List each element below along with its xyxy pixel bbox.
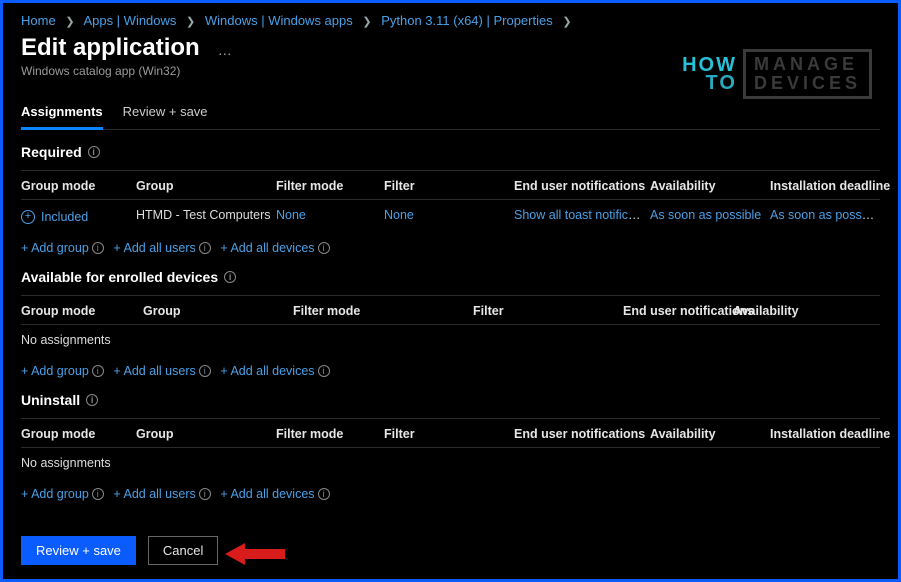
cell-group: HTMD - Test Computers <box>136 200 276 232</box>
info-icon[interactable] <box>88 146 100 158</box>
section-uninstall: Uninstall Group mode Group Filter mode F… <box>21 392 880 501</box>
section-title: Required <box>21 144 82 160</box>
add-all-devices-link[interactable]: + Add all devices <box>220 241 314 255</box>
col-deadline: Installation deadline <box>770 418 880 447</box>
info-icon[interactable] <box>199 488 211 500</box>
required-table: Group mode Group Filter mode Filter End … <box>21 170 880 232</box>
col-group-mode: Group mode <box>21 418 136 447</box>
add-row: + Add group + Add all users + Add all de… <box>21 240 880 255</box>
col-availability: Availability <box>650 171 770 200</box>
add-group-link[interactable]: + Add group <box>21 487 89 501</box>
info-icon[interactable] <box>92 242 104 254</box>
chevron-right-icon: ❯ <box>562 16 571 28</box>
add-all-devices-link[interactable]: + Add all devices <box>220 487 314 501</box>
col-notifications: End user notifications <box>514 418 650 447</box>
table-row: No assignments <box>21 447 880 478</box>
col-availability: Availability <box>733 295 880 324</box>
add-row: + Add group + Add all users + Add all de… <box>21 363 880 378</box>
info-icon[interactable] <box>199 365 211 377</box>
breadcrumb: Home ❯ Apps | Windows ❯ Windows | Window… <box>3 3 898 32</box>
info-icon[interactable] <box>92 488 104 500</box>
cell-notifications[interactable]: Show all toast notifications <box>514 208 650 222</box>
add-all-users-link[interactable]: + Add all users <box>113 241 195 255</box>
col-filter: Filter <box>384 418 514 447</box>
col-group-mode: Group mode <box>21 295 143 324</box>
chevron-right-icon: ❯ <box>65 16 74 28</box>
add-group-link[interactable]: + Add group <box>21 241 89 255</box>
chevron-right-icon: ❯ <box>186 16 195 28</box>
col-notifications: End user notifications <box>623 295 733 324</box>
breadcrumb-home[interactable]: Home <box>21 13 56 28</box>
col-group: Group <box>136 418 276 447</box>
col-filter-mode: Filter mode <box>276 171 384 200</box>
tab-review-save[interactable]: Review + save <box>123 104 208 129</box>
info-icon[interactable] <box>224 271 236 283</box>
annotation-arrow-icon <box>225 541 285 567</box>
tab-bar: Assignments Review + save <box>21 104 880 130</box>
cell-deadline[interactable]: As soon as possible <box>770 208 880 222</box>
add-all-users-link[interactable]: + Add all users <box>113 487 195 501</box>
table-row: Included HTMD - Test Computers None None… <box>21 200 880 232</box>
page-subtitle: Windows catalog app (Win32) <box>3 62 898 78</box>
section-title: Available for enrolled devices <box>21 269 218 285</box>
page-title: Edit application <box>21 34 200 62</box>
chevron-right-icon: ❯ <box>362 16 371 28</box>
cell-availability[interactable]: As soon as possible <box>650 208 761 222</box>
cell-filter-mode[interactable]: None <box>276 208 306 222</box>
col-group-mode: Group mode <box>21 171 136 200</box>
add-row: + Add group + Add all users + Add all de… <box>21 486 880 501</box>
info-icon[interactable] <box>318 488 330 500</box>
col-availability: Availability <box>650 418 770 447</box>
col-filter-mode: Filter mode <box>293 295 473 324</box>
no-assignments: No assignments <box>21 324 880 355</box>
available-table: Group mode Group Filter mode Filter End … <box>21 295 880 355</box>
section-title: Uninstall <box>21 392 80 408</box>
info-icon[interactable] <box>86 394 98 406</box>
col-filter: Filter <box>384 171 514 200</box>
no-assignments: No assignments <box>21 447 880 478</box>
group-mode-link[interactable]: Included <box>21 210 88 224</box>
col-deadline: Installation deadline <box>770 171 880 200</box>
uninstall-table: Group mode Group Filter mode Filter End … <box>21 418 880 478</box>
col-group: Group <box>136 171 276 200</box>
tab-assignments[interactable]: Assignments <box>21 104 103 130</box>
col-group: Group <box>143 295 293 324</box>
col-filter-mode: Filter mode <box>276 418 384 447</box>
section-required: Required Group mode Group Filter mode Fi… <box>21 144 880 255</box>
cell-filter[interactable]: None <box>384 208 414 222</box>
section-available: Available for enrolled devices Group mod… <box>21 269 880 378</box>
plus-circle-icon <box>21 210 35 224</box>
add-all-users-link[interactable]: + Add all users <box>113 364 195 378</box>
add-all-devices-link[interactable]: + Add all devices <box>220 364 314 378</box>
review-save-button[interactable]: Review + save <box>21 536 136 565</box>
breadcrumb-apps[interactable]: Apps | Windows <box>83 13 176 28</box>
table-row: No assignments <box>21 324 880 355</box>
more-icon[interactable]: … <box>218 42 234 58</box>
info-icon[interactable] <box>199 242 211 254</box>
breadcrumb-properties[interactable]: Python 3.11 (x64) | Properties <box>381 13 553 28</box>
breadcrumb-windows-apps[interactable]: Windows | Windows apps <box>205 13 353 28</box>
info-icon[interactable] <box>92 365 104 377</box>
info-icon[interactable] <box>318 365 330 377</box>
col-notifications: End user notifications <box>514 171 650 200</box>
add-group-link[interactable]: + Add group <box>21 364 89 378</box>
col-filter: Filter <box>473 295 623 324</box>
info-icon[interactable] <box>318 242 330 254</box>
footer-actions: Review + save Cancel <box>21 536 218 565</box>
cancel-button[interactable]: Cancel <box>148 536 218 565</box>
